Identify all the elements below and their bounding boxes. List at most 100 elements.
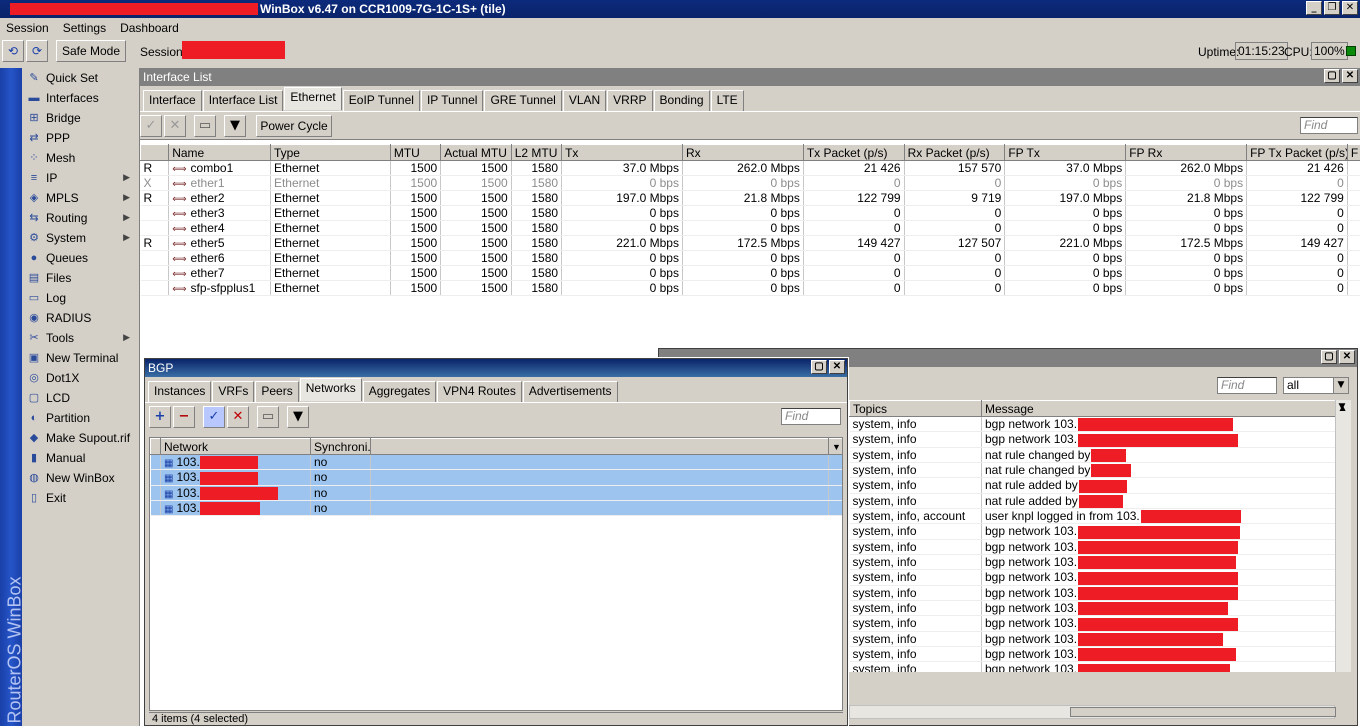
col-actual-mtu[interactable]: Actual MTU	[440, 144, 512, 161]
col-fp-tx[interactable]: FP Tx	[1004, 144, 1127, 161]
tab-interface-list[interactable]: Interface List	[202, 90, 284, 111]
log-scrollbar[interactable]: ▲	[1335, 400, 1351, 672]
tab-networks[interactable]: Networks	[299, 378, 362, 401]
col-tx[interactable]: Tx	[561, 144, 683, 161]
maximize-button[interactable]: ❐	[1324, 1, 1340, 15]
log-row[interactable]: system, info bgp network 103.	[849, 569, 1335, 586]
bgp-network-row[interactable]: ▦ 103. no	[150, 469, 842, 486]
log-row[interactable]: system, info bgp network 103.	[849, 554, 1335, 571]
log-row[interactable]: system, info bgp network 103.	[849, 431, 1335, 448]
col-network[interactable]: Network	[160, 438, 311, 455]
log-hscrollbar[interactable]	[849, 705, 1336, 719]
menu-item-radius[interactable]: ◉ RADIUS	[22, 308, 138, 328]
log-row[interactable]: system, info bgp network 103.	[849, 646, 1335, 663]
col-fp-tx-packet-p-s-[interactable]: FP Tx Packet (p/s)	[1246, 144, 1348, 161]
col-flag[interactable]	[139, 144, 170, 161]
log-find-input[interactable]: Find	[1217, 377, 1277, 394]
filter-icon[interactable]: ▼	[224, 115, 246, 137]
log-filter-dropdown-icon[interactable]: ▼	[1333, 377, 1349, 394]
log-row[interactable]: system, info nat rule changed by	[849, 462, 1335, 479]
log-row[interactable]: system, info bgp network 103.	[849, 615, 1335, 632]
iflist-close-button[interactable]: ✕	[1342, 69, 1358, 83]
bgp-find-input[interactable]: Find	[781, 408, 841, 425]
table-row[interactable]: X ⟺ ether1 Ethernet 1500 1500 1580 0 bps 0 bps 0 0…	[140, 175, 1360, 191]
menu-item-dot1x[interactable]: ◎ Dot1X	[22, 368, 138, 388]
menu-item-quick-set[interactable]: ✎ Quick Set	[22, 68, 138, 88]
tab-lte[interactable]: LTE	[710, 90, 744, 111]
log-row[interactable]: system, info bgp network 103.	[849, 523, 1335, 540]
tab-vrrp[interactable]: VRRP	[607, 90, 653, 111]
menu-item-queues[interactable]: ● Queues	[22, 248, 138, 268]
menu-settings[interactable]: Settings	[63, 21, 106, 35]
col-message[interactable]: Message	[981, 400, 1335, 417]
disable-icon[interactable]: ✕	[227, 406, 249, 428]
menu-item-interfaces[interactable]: ▬ Interfaces	[22, 88, 138, 108]
menu-item-manual[interactable]: ▮ Manual	[22, 448, 138, 468]
col-fp-rx[interactable]: FP Rx	[1125, 144, 1248, 161]
tab-ethernet[interactable]: Ethernet	[284, 87, 342, 110]
menu-item-exit[interactable]: ▯ Exit	[22, 488, 138, 508]
log-row[interactable]: system, info bgp network 103.	[849, 600, 1335, 617]
enable-icon[interactable]: ✓	[140, 115, 162, 137]
bgp-columns-dropdown-icon[interactable]: ▼	[828, 438, 842, 455]
menu-item-ppp[interactable]: ⇄ PPP	[22, 128, 138, 148]
table-row[interactable]: ⟺ ether4 Ethernet 1500 1500 1580 0 bps 0 bps 0 0 0…	[140, 220, 1360, 236]
menu-item-bridge[interactable]: ⊞ Bridge	[22, 108, 138, 128]
table-row[interactable]: ⟺ ether7 Ethernet 1500 1500 1580 0 bps 0 bps 0 0 0…	[140, 265, 1360, 281]
menu-item-mpls[interactable]: ◈ MPLS ▶	[22, 188, 138, 208]
close-button[interactable]: ✕	[1342, 1, 1358, 15]
menu-session[interactable]: Session	[6, 21, 49, 35]
col-type[interactable]: Type	[269, 144, 391, 161]
col-tx-packet-p-s-[interactable]: Tx Packet (p/s)	[802, 144, 905, 161]
table-row[interactable]: R ⟺ ether5 Ethernet 1500 1500 1580 221.0 Mbps 17…	[140, 235, 1360, 251]
menu-item-new-winbox[interactable]: ◍ New WinBox	[22, 468, 138, 488]
menu-item-tools[interactable]: ✂ Tools ▶	[22, 328, 138, 348]
menu-item-new-terminal[interactable]: ▣ New Terminal	[22, 348, 138, 368]
col-rx[interactable]: Rx	[681, 144, 804, 161]
filter-icon[interactable]: ▼	[287, 406, 309, 428]
bgp-maximize-button[interactable]: ▢	[811, 360, 827, 374]
bgp-network-row[interactable]: ▦ 103. no	[150, 485, 842, 501]
col-l2-mtu[interactable]: L2 MTU	[510, 144, 563, 161]
menu-item-mesh[interactable]: ⁘ Mesh	[22, 148, 138, 168]
tab-peers[interactable]: Peers	[255, 381, 299, 402]
col-mtu[interactable]: MTU	[389, 144, 442, 161]
power-cycle-button[interactable]: Power Cycle	[256, 115, 332, 137]
log-row[interactable]: system, info bgp network 103.	[849, 539, 1335, 555]
tab-interface[interactable]: Interface	[143, 90, 202, 111]
menu-item-log[interactable]: ▭ Log	[22, 288, 138, 308]
col-synchronize[interactable]: Synchroni...	[310, 438, 371, 455]
remove-icon[interactable]: −	[173, 406, 195, 428]
undo-button[interactable]: ⟲	[2, 40, 24, 62]
log-row[interactable]: system, info bgp network 103.	[849, 631, 1335, 647]
log-row[interactable]: system, info, account user knpl logged in…	[849, 508, 1335, 525]
disable-icon[interactable]: ✕	[164, 115, 186, 137]
tab-vrfs[interactable]: VRFs	[212, 381, 255, 402]
menu-item-lcd[interactable]: ▢ LCD	[22, 388, 138, 408]
bgp-close-button[interactable]: ✕	[829, 360, 845, 374]
log-maximize-button[interactable]: ▢	[1321, 350, 1337, 364]
menu-item-make-supout-rif[interactable]: ◆ Make Supout.rif	[22, 428, 138, 448]
table-row[interactable]: ⟺ ether6 Ethernet 1500 1500 1580 0 bps 0 bps 0 0 0…	[140, 250, 1360, 266]
comment-icon[interactable]: ▭	[194, 115, 216, 137]
tab-vpn4-routes[interactable]: VPN4 Routes	[437, 381, 522, 402]
tab-instances[interactable]: Instances	[148, 381, 212, 402]
tab-gre-tunnel[interactable]: GRE Tunnel	[484, 90, 562, 111]
safe-mode-button[interactable]: Safe Mode	[56, 40, 126, 62]
menu-item-files[interactable]: ▤ Files	[22, 268, 138, 288]
tab-aggregates[interactable]: Aggregates	[362, 381, 437, 402]
log-row[interactable]: system, info nat rule added by	[849, 493, 1335, 509]
bgp-network-row[interactable]: ▦ 103. no	[150, 500, 842, 517]
tab-ip-tunnel[interactable]: IP Tunnel	[420, 90, 484, 111]
col-name[interactable]: Name	[168, 144, 271, 161]
tab-vlan[interactable]: VLAN	[562, 90, 607, 111]
col-f[interactable]: F	[1346, 144, 1360, 161]
iflist-maximize-button[interactable]: ▢	[1324, 69, 1340, 83]
col-rx-packet-p-s-[interactable]: Rx Packet (p/s)	[903, 144, 1006, 161]
bgp-network-row[interactable]: ▦ 103. no	[150, 454, 842, 471]
log-row[interactable]: system, info bgp network 103.	[849, 661, 1335, 672]
log-close-button[interactable]: ✕	[1339, 350, 1355, 364]
col-topics[interactable]: Topics	[849, 400, 982, 417]
enable-icon[interactable]: ✓	[203, 406, 225, 428]
log-row[interactable]: system, info bgp network 103.	[849, 416, 1335, 433]
